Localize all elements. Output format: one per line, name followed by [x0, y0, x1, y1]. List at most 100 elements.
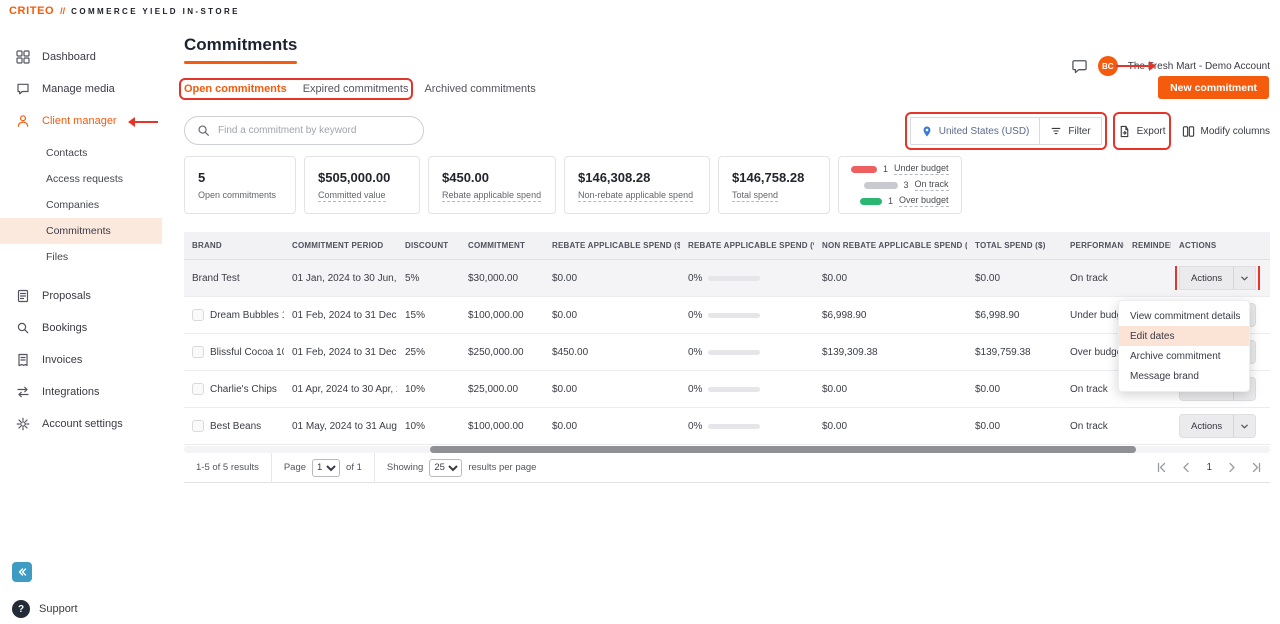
- card-value: $146,758.28: [732, 170, 816, 185]
- filter-button[interactable]: Filter: [1040, 125, 1100, 137]
- card-rebate-applicable-spend: $450.00 Rebate applicable spend: [428, 156, 556, 214]
- table-row[interactable]: Dream Bubbles 10966 01 Feb, 2024 to 31 D…: [184, 297, 1270, 334]
- export-button[interactable]: Export: [1118, 117, 1166, 145]
- sidebar-item-dashboard[interactable]: Dashboard: [0, 44, 162, 70]
- menu-item-edit-dates[interactable]: Edit dates: [1119, 326, 1249, 346]
- column-header-reminders[interactable]: REMINDERS: [1124, 241, 1171, 250]
- sidebar-item-manage-media[interactable]: Manage media: [0, 76, 162, 102]
- sidebar-item-proposals[interactable]: Proposals: [0, 283, 162, 309]
- sidebar-item-account-settings[interactable]: Account settings: [0, 411, 162, 437]
- next-page-icon[interactable]: [1226, 462, 1237, 473]
- showing-label: Showing: [387, 462, 423, 473]
- cell-non-rebate-spend: $0.00: [814, 273, 967, 284]
- progress-bar: [708, 276, 760, 281]
- legend-row-over-budget: 1 Over budget: [851, 195, 949, 207]
- market-label: United States (USD): [939, 126, 1030, 137]
- first-page-icon[interactable]: [1156, 462, 1167, 473]
- table-row[interactable]: Best Beans 01 May, 2024 to 31 Aug, 2024 …: [184, 408, 1270, 445]
- sidebar-subitem-companies[interactable]: Companies: [0, 192, 162, 218]
- sidebar-item-integrations[interactable]: Integrations: [0, 379, 162, 405]
- cell-performance: Under budget: [1062, 310, 1124, 321]
- current-page[interactable]: 1: [1206, 462, 1212, 473]
- column-header-commitment[interactable]: COMMITMENT: [460, 241, 544, 250]
- cell-commitment: $30,000.00: [460, 273, 544, 284]
- sidebar-item-invoices[interactable]: Invoices: [0, 347, 162, 373]
- question-mark-icon: ?: [12, 600, 30, 618]
- progress-bar: [708, 313, 760, 318]
- cell-brand: Brand Test: [184, 273, 284, 284]
- support-label: Support: [39, 603, 78, 615]
- sidebar-subitem-access-requests[interactable]: Access requests: [0, 166, 162, 192]
- cell-discount: 15%: [397, 310, 460, 321]
- row-actions-button[interactable]: Actions: [1179, 414, 1256, 438]
- cell-total-spend: $6,998.90: [967, 310, 1062, 321]
- scrollbar-thumb[interactable]: [430, 446, 1136, 453]
- modify-columns-button[interactable]: Modify columns: [1182, 117, 1270, 145]
- column-header-rebate-pct[interactable]: REBATE APPLICABLE SPEND (%): [680, 241, 814, 250]
- account-avatar[interactable]: BC: [1098, 56, 1118, 76]
- bookings-icon: [16, 321, 30, 335]
- card-non-rebate-applicable-spend: $146,308.28 Non-rebate applicable spend: [564, 156, 710, 214]
- cell-rebate-spend: $450.00: [544, 347, 680, 358]
- table-row[interactable]: Charlie's Chips 01 Apr, 2024 to 30 Apr, …: [184, 371, 1270, 408]
- chevron-down-icon[interactable]: [1234, 267, 1255, 289]
- sidebar-item-bookings[interactable]: Bookings: [0, 315, 162, 341]
- page-select[interactable]: 1: [312, 459, 340, 477]
- new-commitment-button[interactable]: New commitment: [1158, 76, 1269, 99]
- menu-item-message-brand[interactable]: Message brand: [1119, 366, 1249, 386]
- sidebar-subitem-files[interactable]: Files: [0, 244, 162, 270]
- page-size-select[interactable]: 25: [429, 459, 462, 477]
- search-input[interactable]: [218, 125, 411, 136]
- column-header-non-rebate-spend[interactable]: NON REBATE APPLICABLE SPEND ($): [814, 241, 967, 250]
- card-open-commitments: 5 Open commitments: [184, 156, 296, 214]
- menu-item-archive-commitment[interactable]: Archive commitment: [1119, 346, 1249, 366]
- table-row[interactable]: Brand Test 01 Jan, 2024 to 30 Jun, 2024 …: [184, 260, 1270, 297]
- export-icon: [1118, 125, 1131, 138]
- column-header-rebate-spend[interactable]: REBATE APPLICABLE SPEND ($): [544, 241, 680, 250]
- market-selector[interactable]: United States (USD): [911, 125, 1040, 138]
- previous-page-icon[interactable]: [1181, 462, 1192, 473]
- sidebar-item-label: Account settings: [42, 418, 123, 430]
- column-header-performance[interactable]: PERFORMANCE: [1062, 241, 1124, 250]
- cell-brand: Dream Bubbles 10966: [184, 309, 284, 321]
- sidebar-item-client-manager[interactable]: Client manager: [0, 108, 162, 134]
- row-actions-button[interactable]: Actions: [1179, 266, 1256, 290]
- proposals-icon: [16, 289, 30, 303]
- tab-archived-commitments[interactable]: Archived commitments: [424, 83, 535, 95]
- menu-item-view-commitment-details[interactable]: View commitment details: [1119, 306, 1249, 326]
- chevron-down-icon[interactable]: [1234, 415, 1255, 437]
- sidebar-subitem-commitments[interactable]: Commitments: [0, 218, 162, 244]
- sidebar-subitem-label: Access requests: [46, 173, 123, 185]
- horizontal-scrollbar: [184, 446, 1270, 453]
- sidebar-collapse-button[interactable]: [12, 562, 32, 582]
- dashboard-icon: [16, 50, 30, 64]
- column-header-period[interactable]: COMMITMENT PERIOD: [284, 241, 397, 250]
- integrations-icon: [16, 385, 30, 399]
- sidebar-item-label: Bookings: [42, 322, 87, 334]
- tab-open-commitments[interactable]: Open commitments: [184, 83, 287, 95]
- column-header-discount[interactable]: DISCOUNT: [397, 241, 460, 250]
- legend-row-under-budget: 1 Under budget: [851, 163, 949, 175]
- cell-actions: Actions: [1171, 266, 1270, 290]
- column-header-brand[interactable]: BRAND: [184, 241, 284, 250]
- column-header-total-spend[interactable]: TOTAL SPEND ($): [967, 241, 1062, 250]
- legend-count: 3: [904, 180, 909, 190]
- performance-legend: 1 Under budget 3 On track 1 Over budget: [838, 156, 962, 214]
- cell-rebate-pct: 0%: [680, 347, 814, 358]
- cell-total-spend: $0.00: [967, 273, 1062, 284]
- account-name[interactable]: The Fresh Mart - Demo Account: [1128, 61, 1270, 72]
- cell-rebate-pct: 0%: [680, 310, 814, 321]
- table-row[interactable]: Blissful Cocoa 10964 01 Feb, 2024 to 31 …: [184, 334, 1270, 371]
- page-of-label: of 1: [346, 462, 362, 473]
- last-page-icon[interactable]: [1251, 462, 1262, 473]
- cell-rebate-pct: 0%: [680, 273, 814, 284]
- sidebar-subitem-contacts[interactable]: Contacts: [0, 140, 162, 166]
- sidebar-item-label: Client manager: [42, 115, 117, 127]
- tab-expired-commitments[interactable]: Expired commitments: [303, 83, 409, 95]
- cell-total-spend: $0.00: [967, 421, 1062, 432]
- support-button[interactable]: ? Support: [12, 600, 78, 618]
- pager: 1: [1156, 462, 1270, 473]
- card-value: $505,000.00: [318, 170, 406, 185]
- chat-bubble-icon[interactable]: [1071, 58, 1088, 75]
- tabs-bar: Open commitments Expired commitments Arc…: [184, 78, 536, 100]
